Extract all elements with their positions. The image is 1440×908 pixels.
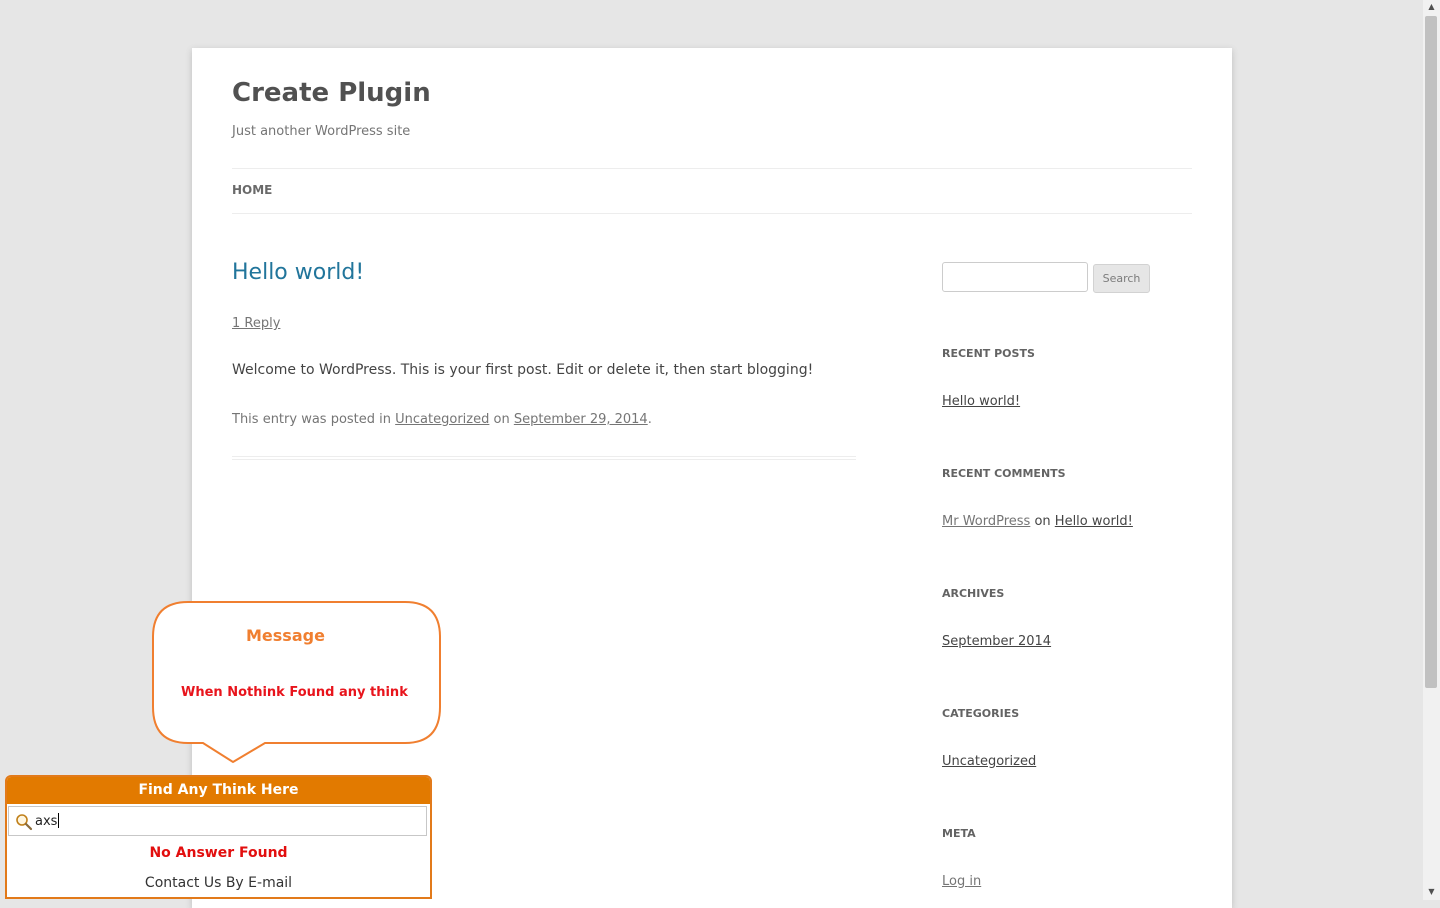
comment-author-link[interactable]: Mr WordPress <box>942 514 1030 529</box>
recent-post-link[interactable]: Hello world! <box>942 394 1020 409</box>
contact-email-link[interactable]: Contact Us By E-mail <box>7 875 430 891</box>
meta-on: on <box>489 412 514 427</box>
find-widget-header[interactable]: Find Any Think Here <box>7 777 430 804</box>
callout-title: Message <box>246 626 325 645</box>
no-answer-status: No Answer Found <box>149 845 288 861</box>
archives-title: ARCHIVES <box>942 587 1005 600</box>
meta-title: META <box>942 827 976 840</box>
login-link[interactable]: Log in <box>942 874 981 889</box>
find-input-value[interactable]: axs <box>35 813 59 829</box>
meta-suffix: . <box>647 412 652 427</box>
recent-posts-title: RECENT POSTS <box>942 347 1035 360</box>
date-link[interactable]: September 29, 2014 <box>514 412 648 427</box>
scroll-up-arrow-icon[interactable]: ▲ <box>1423 0 1440 14</box>
archive-link[interactable]: September 2014 <box>942 634 1051 649</box>
sidebar-search-input[interactable] <box>942 262 1088 292</box>
speech-bubble-callout <box>152 601 441 764</box>
find-widget: Find Any Think Here axs No Answer Found … <box>5 775 432 899</box>
recent-comments-title: RECENT COMMENTS <box>942 467 1066 480</box>
category-widget-link[interactable]: Uncategorized <box>942 754 1036 769</box>
search-button[interactable]: Search <box>1093 264 1150 293</box>
scrollbar-thumb[interactable] <box>1425 16 1437 688</box>
categories-title: CATEGORIES <box>942 707 1020 720</box>
vertical-scrollbar[interactable]: ▲ ▼ <box>1423 0 1440 900</box>
search-icon <box>16 814 33 831</box>
scroll-down-arrow-icon[interactable]: ▼ <box>1423 885 1440 899</box>
find-search-input[interactable]: axs <box>8 806 427 836</box>
comment-on: on <box>1030 514 1055 529</box>
comment-post-link[interactable]: Hello world! <box>1055 514 1133 529</box>
callout-text: When Nothink Found any think <box>181 685 408 700</box>
recent-comment: Mr WordPress on Hello world! <box>942 514 1133 529</box>
